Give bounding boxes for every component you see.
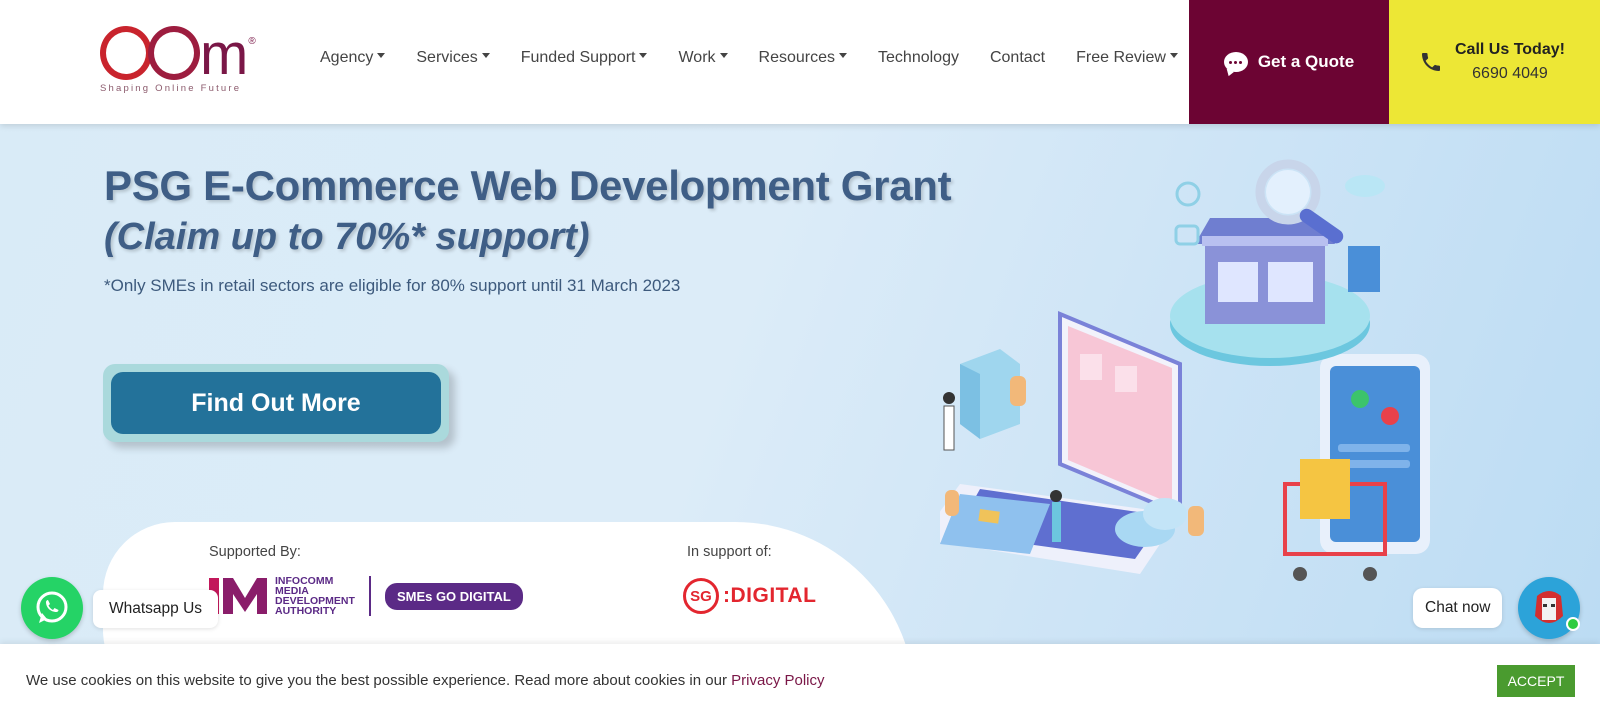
privacy-policy-link[interactable]: Privacy Policy [731,672,824,689]
smes-go-digital-badge: SMEs GO DIGITAL [384,582,523,610]
whatsapp-icon [36,591,68,623]
oom-logo[interactable]: m ® Shaping Online Future [100,22,290,94]
whatsapp-label[interactable]: Whatsapp Us [93,590,219,628]
nav-contact[interactable]: Contact [990,49,1045,67]
call-number: 6690 4049 [1472,65,1548,82]
caret-down-icon [719,52,728,58]
accept-cookies-button[interactable]: ACCEPT [1497,665,1575,697]
chat-bubble-icon [1223,52,1248,72]
nav-funded-support[interactable]: Funded Support [521,49,648,67]
find-out-more-button[interactable]: Find Out More [111,372,441,434]
site-header: m ® Shaping Online Future Agency Service… [0,0,1600,124]
cookie-message: We use cookies on this website to give y… [26,672,727,689]
nav-agency[interactable]: Agency [320,49,386,67]
phone-icon [1422,53,1440,71]
nav-technology[interactable]: Technology [878,49,959,67]
supported-by-label: Supported By: [209,544,301,560]
main-nav: Agency Services Funded Support Work Reso… [320,0,1209,116]
caret-down-icon [839,52,848,58]
hero-subtitle: (Claim up to 70%* support) [104,216,590,258]
sg-digital-logo: SG :DIGITAL [683,578,816,614]
whatsapp-button[interactable] [21,577,83,639]
call-title: Call Us Today! [1455,41,1565,58]
in-support-of-label: In support of: [687,544,772,560]
cta-frame: Find Out More [103,364,449,442]
caret-down-icon [481,52,490,58]
nav-services[interactable]: Services [416,49,490,67]
get-a-quote-button[interactable]: Get a Quote [1189,0,1389,124]
logo-tagline: Shaping Online Future [100,83,242,94]
nav-free-review[interactable]: Free Review [1076,49,1178,67]
support-card: Supported By: In support of: INFOCOMM ME… [103,522,915,644]
ecommerce-illustration [940,159,1430,581]
caret-down-icon [639,52,648,58]
imda-logo: INFOCOMM MEDIA DEVELOPMENT AUTHORITY SME… [207,576,523,616]
robot-avatar-icon [1535,591,1563,623]
caret-down-icon [1169,52,1178,58]
hero-note: *Only SMEs in retail sectors are eligibl… [104,276,681,295]
cookie-banner: We use cookies on this website to give y… [0,644,1600,717]
chat-now-label[interactable]: Chat now [1413,588,1503,628]
online-status-dot [1566,617,1580,631]
hero-title: PSG E-Commerce Web Development Grant [104,162,952,209]
caret-down-icon [377,52,386,58]
nav-work[interactable]: Work [678,49,728,67]
call-us-box[interactable]: Call Us Today! 6690 4049 [1389,0,1600,124]
nav-resources[interactable]: Resources [759,49,848,67]
hero-banner: PSG E-Commerce Web Development Grant (Cl… [0,124,1600,644]
